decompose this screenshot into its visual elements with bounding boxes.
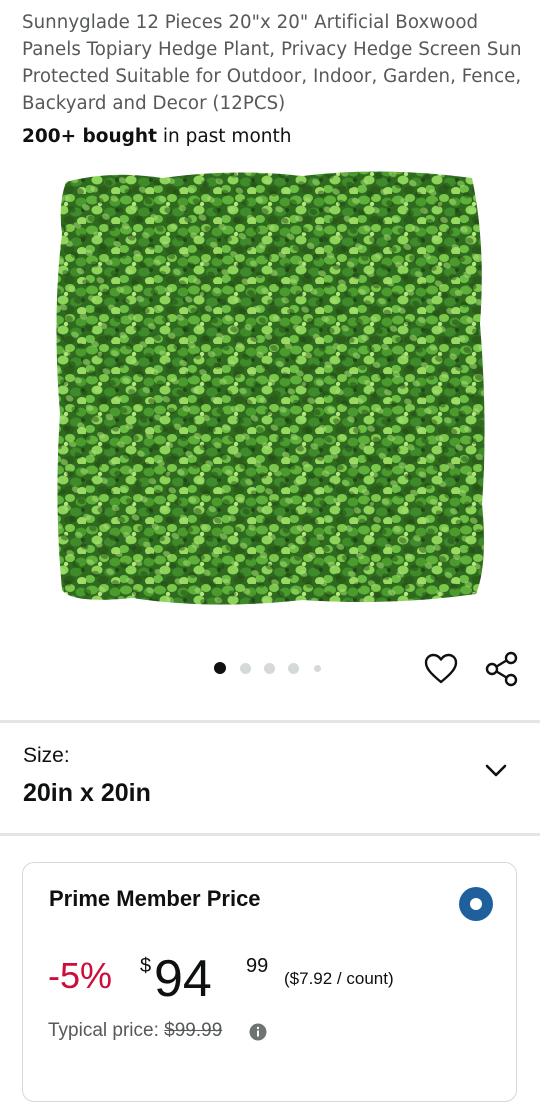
product-image[interactable] bbox=[52, 164, 492, 612]
info-icon[interactable] bbox=[249, 1023, 267, 1041]
bought-count-rest: in past month bbox=[156, 126, 292, 147]
price-fraction: 99 bbox=[246, 955, 269, 977]
offer-title: Prime Member Price bbox=[49, 886, 261, 911]
discount-percent: -5% bbox=[48, 955, 113, 996]
share-icon[interactable] bbox=[484, 651, 520, 687]
unit-price: ($7.92 / count) bbox=[284, 969, 394, 988]
carousel-dot[interactable] bbox=[240, 663, 251, 674]
bought-count-bold: 200+ bought bbox=[22, 126, 157, 147]
radio-selected-icon[interactable] bbox=[458, 886, 494, 922]
carousel-dot[interactable] bbox=[288, 663, 299, 674]
typical-price: Typical price: $99.99 bbox=[48, 1020, 222, 1042]
bought-count: 200+ bought in past month bbox=[22, 126, 291, 147]
carousel-dot[interactable] bbox=[264, 663, 275, 674]
section-divider bbox=[0, 720, 540, 723]
size-value[interactable]: 20in x 20in bbox=[23, 779, 151, 808]
product-title: Sunnyglade 12 Pieces 20"x 20" Artificial… bbox=[22, 12, 522, 114]
prime-price-option-card[interactable]: Prime Member Price -5% $ 94 99 ($7.92 / … bbox=[22, 862, 517, 1102]
size-label: Size: bbox=[23, 744, 70, 767]
heart-icon[interactable] bbox=[424, 653, 458, 685]
price-currency: $ bbox=[140, 955, 152, 977]
chevron-down-icon[interactable] bbox=[484, 760, 508, 780]
carousel-dot-active[interactable] bbox=[214, 662, 226, 674]
section-divider bbox=[0, 833, 540, 836]
typical-price-label: Typical price: bbox=[48, 1020, 165, 1041]
price-row: -5% $ 94 99 ($7.92 / count) bbox=[48, 950, 508, 1011]
typical-price-value: $99.99 bbox=[164, 1020, 223, 1041]
price-whole: 94 bbox=[154, 950, 212, 1008]
carousel-dot[interactable] bbox=[314, 665, 321, 672]
